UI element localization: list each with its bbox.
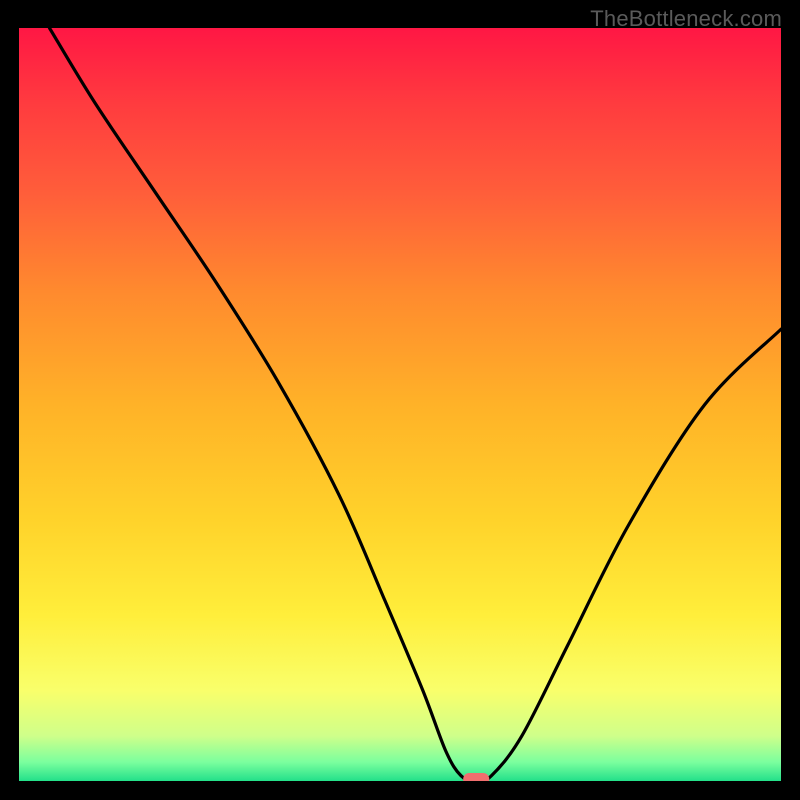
chart-frame: TheBottleneck.com — [0, 0, 800, 800]
watermark-label: TheBottleneck.com — [590, 6, 782, 32]
optimal-marker — [463, 773, 489, 781]
gradient-background — [19, 28, 781, 781]
plot-area — [19, 28, 781, 781]
plot-svg — [19, 28, 781, 781]
